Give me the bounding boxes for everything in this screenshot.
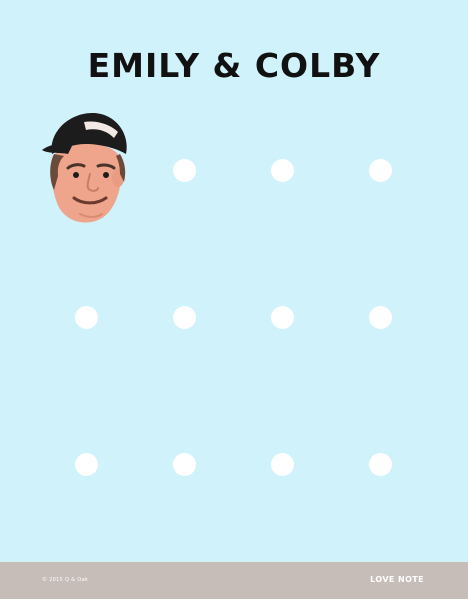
colby-face-avatar[interactable] — [40, 108, 132, 228]
love-note-link[interactable]: LOVE NOTE — [370, 575, 424, 585]
grid-dot[interactable] — [368, 452, 392, 476]
footer-bar: © 2015 Q & Oak LOVE NOTE — [0, 562, 468, 599]
grid-dot[interactable] — [74, 305, 98, 329]
grid-dot[interactable] — [270, 305, 294, 329]
grid-dot[interactable] — [172, 452, 196, 476]
grid-dot[interactable] — [74, 452, 98, 476]
game-screen: EMILY & COLBY © 2015 Q & Oak LOVE NOTE — [0, 0, 468, 599]
grid-dot[interactable] — [368, 158, 392, 182]
grid-dot[interactable] — [172, 305, 196, 329]
grid-dot[interactable] — [270, 452, 294, 476]
copyright-text: © 2015 Q & Oak — [42, 577, 89, 583]
grid-dot[interactable] — [270, 158, 294, 182]
grid-dot[interactable] — [368, 305, 392, 329]
grid-dot[interactable] — [172, 158, 196, 182]
dot-grid — [0, 0, 468, 560]
